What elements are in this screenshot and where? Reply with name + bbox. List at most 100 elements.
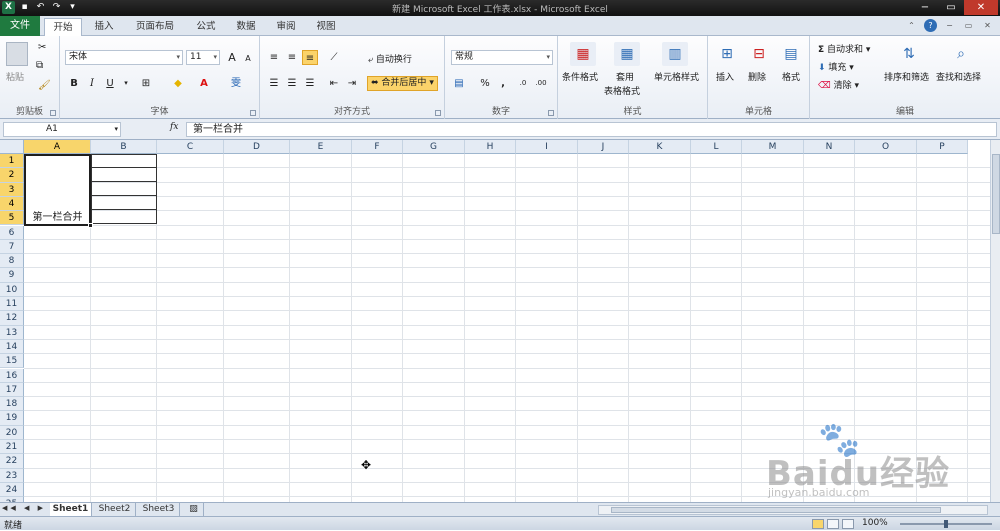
format-cells-label[interactable]: 格式 bbox=[782, 70, 800, 83]
row-header-15[interactable]: 15 bbox=[0, 354, 24, 369]
fill-handle[interactable] bbox=[88, 223, 93, 228]
file-tab[interactable]: 文件 bbox=[0, 16, 40, 36]
format-as-table-label-2[interactable]: 表格格式 bbox=[604, 84, 640, 97]
cell-b1[interactable] bbox=[91, 154, 157, 168]
row-header-4[interactable]: 4 bbox=[0, 196, 24, 212]
column-header-l[interactable]: L bbox=[691, 140, 742, 154]
cell-b5[interactable] bbox=[91, 210, 157, 224]
vertical-scroll-thumb[interactable] bbox=[992, 154, 1000, 234]
tab-home[interactable]: 开始 bbox=[44, 18, 82, 37]
tab-formulas[interactable]: 公式 bbox=[188, 18, 224, 36]
delete-cells-label[interactable]: 删除 bbox=[748, 70, 766, 83]
align-left-icon[interactable]: ☰ bbox=[266, 76, 282, 91]
merge-center-button[interactable]: ⬌ 合并后居中 ▾ bbox=[367, 76, 438, 91]
column-header-d[interactable]: D bbox=[224, 140, 290, 154]
copy-icon[interactable]: ⧉ bbox=[36, 60, 43, 71]
horizontal-scrollbar[interactable] bbox=[598, 505, 988, 515]
underline-dropdown-icon[interactable]: ▾ bbox=[118, 76, 134, 91]
decrease-decimal-icon[interactable]: .00 bbox=[533, 76, 549, 91]
format-cells-icon[interactable]: ▤ bbox=[778, 42, 804, 66]
row-header-16[interactable]: 16 bbox=[0, 368, 24, 383]
cell-b2[interactable] bbox=[91, 168, 157, 182]
normal-view-icon[interactable] bbox=[812, 519, 824, 529]
font-launcher-icon[interactable] bbox=[250, 110, 256, 116]
accounting-format-icon[interactable]: ▤ bbox=[451, 76, 467, 91]
number-format-select[interactable]: 常规 ▾ bbox=[451, 50, 553, 65]
format-painter-icon[interactable]: 🖌 bbox=[38, 80, 51, 91]
italic-button[interactable]: I bbox=[84, 76, 100, 91]
row-header-3[interactable]: 3 bbox=[0, 182, 24, 197]
wrap-text-button[interactable]: ⤶ 自动换行 bbox=[368, 52, 412, 65]
cut-icon[interactable]: ✂ bbox=[38, 42, 46, 53]
row-header-13[interactable]: 13 bbox=[0, 325, 24, 340]
name-box[interactable]: A1 ▾ bbox=[3, 122, 121, 137]
row-header-20[interactable]: 20 bbox=[0, 425, 24, 440]
underline-button[interactable]: U bbox=[102, 76, 118, 91]
merged-cell-a1-a5[interactable]: 第一栏合并 bbox=[24, 154, 91, 226]
insert-sheet-icon[interactable]: ▨ bbox=[184, 503, 204, 516]
column-header-e[interactable]: E bbox=[290, 140, 352, 154]
column-header-c[interactable]: C bbox=[157, 140, 224, 154]
row-header-9[interactable]: 9 bbox=[0, 268, 24, 283]
increase-decimal-icon[interactable]: .0 bbox=[515, 76, 531, 91]
row-header-5[interactable]: 5 bbox=[0, 211, 24, 226]
row-header-6[interactable]: 6 bbox=[0, 225, 24, 240]
clear-button[interactable]: ⌫ 清除 ▾ bbox=[818, 78, 859, 91]
column-header-i[interactable]: I bbox=[516, 140, 578, 154]
format-as-table-icon[interactable]: ▦ bbox=[614, 42, 640, 66]
column-header-b[interactable]: B bbox=[91, 140, 157, 154]
page-layout-view-icon[interactable] bbox=[827, 519, 839, 529]
zoom-slider-knob[interactable] bbox=[944, 520, 948, 528]
column-header-p[interactable]: P bbox=[917, 140, 968, 154]
column-header-n[interactable]: N bbox=[804, 140, 855, 154]
increase-indent-icon[interactable]: ⇥ bbox=[344, 76, 360, 91]
autosum-button[interactable]: Σ 自动求和 ▾ bbox=[818, 42, 870, 55]
sort-filter-icon[interactable]: ⇅ bbox=[896, 42, 922, 66]
row-header-23[interactable]: 23 bbox=[0, 468, 24, 483]
orientation-icon[interactable]: ⟋ bbox=[326, 50, 342, 65]
decrease-indent-icon[interactable]: ⇤ bbox=[326, 76, 342, 91]
close-button[interactable]: ✕ bbox=[964, 0, 998, 15]
tab-review[interactable]: 审阅 bbox=[268, 18, 304, 36]
horizontal-scroll-thumb[interactable] bbox=[611, 507, 941, 513]
row-header-1[interactable]: 1 bbox=[0, 154, 24, 169]
paste-button-label[interactable]: 粘贴 bbox=[6, 70, 24, 83]
sheet-tab-1[interactable]: Sheet1 bbox=[50, 503, 92, 516]
insert-function-icon[interactable]: fx bbox=[170, 122, 178, 132]
row-header-10[interactable]: 10 bbox=[0, 282, 24, 297]
column-header-k[interactable]: K bbox=[629, 140, 691, 154]
workbook-minimize-icon[interactable]: − bbox=[943, 19, 956, 32]
column-header-o[interactable]: O bbox=[855, 140, 917, 154]
vertical-scrollbar[interactable] bbox=[990, 140, 1000, 502]
insert-cells-label[interactable]: 插入 bbox=[716, 70, 734, 83]
row-header-7[interactable]: 7 bbox=[0, 239, 24, 255]
formula-input[interactable]: 第一栏合并 bbox=[186, 122, 997, 137]
insert-cells-icon[interactable]: ⊞ bbox=[714, 42, 740, 66]
column-header-h[interactable]: H bbox=[465, 140, 516, 154]
row-header-12[interactable]: 12 bbox=[0, 311, 24, 326]
column-header-m[interactable]: M bbox=[742, 140, 804, 154]
cell-b4[interactable] bbox=[91, 196, 157, 210]
grow-font-icon[interactable]: A bbox=[224, 50, 240, 65]
percent-style-button[interactable]: % bbox=[477, 76, 493, 91]
row-header-21[interactable]: 21 bbox=[0, 440, 24, 455]
workbook-close-icon[interactable]: ✕ bbox=[981, 19, 994, 32]
zoom-level[interactable]: 100% bbox=[862, 518, 888, 528]
page-break-view-icon[interactable] bbox=[842, 519, 854, 529]
cell-styles-icon[interactable]: ▥ bbox=[662, 42, 688, 66]
font-color-icon[interactable]: A bbox=[196, 76, 212, 91]
paste-icon[interactable] bbox=[6, 42, 28, 66]
number-launcher-icon[interactable] bbox=[548, 110, 554, 116]
zoom-slider[interactable] bbox=[900, 520, 992, 528]
row-header-14[interactable]: 14 bbox=[0, 339, 24, 355]
conditional-format-icon[interactable]: ▦ bbox=[570, 42, 596, 66]
column-header-j[interactable]: J bbox=[578, 140, 629, 154]
font-size-select[interactable]: 11 ▾ bbox=[186, 50, 220, 65]
comma-style-button[interactable]: , bbox=[495, 76, 511, 91]
tab-data[interactable]: 数据 bbox=[228, 18, 264, 36]
sheet-tab-3[interactable]: Sheet3 bbox=[138, 503, 180, 516]
fill-button[interactable]: ⬇ 填充 ▾ bbox=[818, 60, 854, 73]
row-header-11[interactable]: 11 bbox=[0, 297, 24, 312]
column-header-a[interactable]: A bbox=[24, 140, 91, 154]
font-name-select[interactable]: 宋体 ▾ bbox=[65, 50, 183, 65]
